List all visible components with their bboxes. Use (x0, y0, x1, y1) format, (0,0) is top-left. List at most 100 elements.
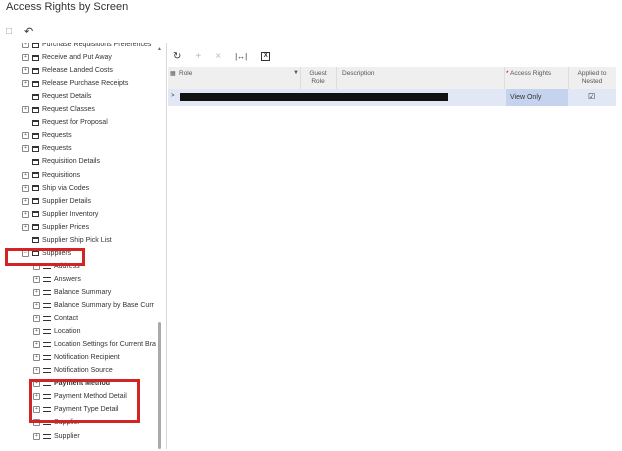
grid-toolbar: ↻ + × |↔| X (173, 48, 271, 64)
expand-icon[interactable]: + (33, 315, 40, 323)
expand-icon[interactable]: + (22, 106, 29, 114)
fit-columns-icon[interactable]: |↔| (235, 52, 247, 61)
tree-item-label: Notification Recipient (54, 354, 120, 362)
tree-item[interactable]: + Answers (33, 273, 81, 286)
page-title: Access Rights by Screen (6, 1, 129, 13)
tree-item-label: Contact (54, 315, 79, 323)
tree-item[interactable]: + Contact (33, 312, 78, 325)
tree-item[interactable]: + Requisitions (22, 169, 80, 182)
tree-scrollbar-thumb[interactable] (158, 322, 161, 449)
expand-icon[interactable]: + (33, 288, 40, 296)
expand-icon[interactable]: + (22, 132, 29, 140)
expand-icon[interactable]: + (33, 328, 40, 336)
tree-item[interactable]: + Release Purchase Receipts (22, 77, 128, 90)
tree-item[interactable]: + Notification Recipient (33, 351, 120, 364)
expand-icon[interactable]: + (22, 43, 29, 48)
tree-item[interactable]: + Requests (22, 129, 72, 142)
tree-item[interactable]: + Purchase Requisitions Preferences (22, 43, 151, 51)
expand-icon[interactable]: + (22, 223, 29, 231)
tree-item-label: Purchase Requisitions Preferences (42, 43, 152, 48)
required-marker: * (506, 70, 509, 77)
field-icon (43, 329, 51, 335)
tree-item[interactable]: + Ship via Codes (22, 182, 89, 195)
expand-icon (22, 93, 29, 100)
delete-row-icon[interactable]: × (215, 51, 221, 62)
tree-item[interactable]: Supplier Ship Pick List (22, 234, 112, 247)
expand-icon[interactable]: + (33, 432, 40, 440)
field-icon (43, 316, 51, 322)
tree-item-label: Supplier (54, 432, 80, 440)
expand-icon[interactable]: + (33, 275, 40, 283)
tree-item[interactable]: + Balance Summary (33, 286, 111, 299)
field-icon (43, 355, 51, 361)
column-access-rights[interactable]: Access Rights (510, 70, 551, 78)
access-rights-value[interactable]: View Only (510, 94, 541, 101)
expand-icon[interactable]: + (22, 145, 29, 153)
expand-icon (22, 237, 29, 244)
expand-icon[interactable]: + (33, 302, 40, 309)
tree-item[interactable]: + Supplier Details (22, 195, 91, 208)
expand-icon[interactable]: + (22, 67, 29, 75)
tree-item[interactable]: Request Details (22, 90, 91, 103)
tree-item-label: Location (54, 328, 81, 336)
tree-item[interactable]: + Supplier Prices (22, 221, 89, 234)
expand-icon[interactable]: + (22, 184, 29, 192)
refresh-icon[interactable]: ↻ (173, 51, 181, 62)
tree-item[interactable]: + Balance Summary by Base Curr (33, 299, 154, 312)
expand-icon[interactable]: + (22, 80, 29, 88)
tree-item-label: Supplier Details (42, 197, 92, 205)
tree-item-label: Request Classes (42, 106, 95, 114)
expand-icon[interactable]: + (33, 354, 40, 362)
column-guest-role[interactable]: Guest Role (306, 70, 330, 86)
tree-item-label: Notification Source (54, 367, 113, 375)
tree-item[interactable]: Requisition Details (22, 155, 100, 168)
highlight-suppliers (5, 248, 85, 266)
column-role[interactable]: Role (179, 70, 192, 78)
tree-item-label: Request for Proposal (42, 119, 108, 127)
expand-icon[interactable]: + (22, 171, 29, 179)
export-excel-icon[interactable]: X (261, 51, 271, 61)
tree-item-label: Supplier Inventory (42, 210, 99, 218)
tree-item-label: Release Landed Costs (42, 67, 113, 75)
tree-item-label: Requisitions (42, 171, 81, 179)
expand-icon (22, 119, 29, 126)
tree-item[interactable]: + Supplier Inventory (22, 208, 98, 221)
screen-icon (32, 132, 39, 139)
expand-icon[interactable]: + (22, 54, 29, 62)
expand-icon[interactable]: + (22, 197, 29, 205)
tree-item[interactable]: + Request Classes (22, 103, 95, 116)
screen-icon (32, 67, 39, 74)
row-selector-icon: ▦ (170, 71, 176, 77)
tree-item[interactable]: + Location (33, 325, 80, 338)
expand-icon[interactable]: + (33, 367, 40, 375)
tree-item[interactable]: + Requests (22, 142, 72, 155)
undo-icon[interactable]: ↶ (24, 25, 33, 38)
scroll-up-arrow-icon[interactable]: ▲ (157, 46, 162, 52)
tree-item[interactable]: + Location Settings for Current Bra (33, 338, 156, 351)
expand-icon[interactable]: + (33, 341, 40, 349)
tree-item[interactable]: + Release Landed Costs (22, 64, 113, 77)
screen-icon (32, 198, 39, 205)
tree-item[interactable]: + Supplier (33, 430, 80, 443)
screen-icon (32, 54, 39, 61)
tree-item[interactable]: + Notification Source (33, 364, 113, 377)
field-icon (43, 433, 51, 439)
tree-item-label: Receive and Put Away (42, 54, 112, 62)
applied-checkbox[interactable]: ☑ (588, 92, 595, 101)
tree-item-label: Release Purchase Receipts (42, 80, 129, 88)
table-row[interactable]: > View Only ☑ (168, 89, 616, 106)
screen-icon (32, 93, 39, 100)
screen-icon (32, 145, 39, 152)
tree-item[interactable]: + Receive and Put Away (22, 51, 112, 64)
screen-icon (32, 211, 39, 218)
column-description[interactable]: Description (342, 70, 375, 78)
save-icon[interactable]: □ (6, 26, 12, 37)
expand-icon[interactable]: + (22, 210, 29, 218)
filter-icon[interactable]: ▼ (293, 69, 299, 77)
column-applied-to-nested[interactable]: Applied to Nested (572, 70, 612, 86)
tree-item[interactable]: Request for Proposal (22, 116, 108, 129)
add-row-icon[interactable]: + (195, 51, 201, 62)
grid-header: ▦ Role ▼ Guest Role Description * Access… (168, 67, 616, 90)
field-icon (43, 276, 51, 282)
tree-item-label: Requests (42, 145, 72, 153)
